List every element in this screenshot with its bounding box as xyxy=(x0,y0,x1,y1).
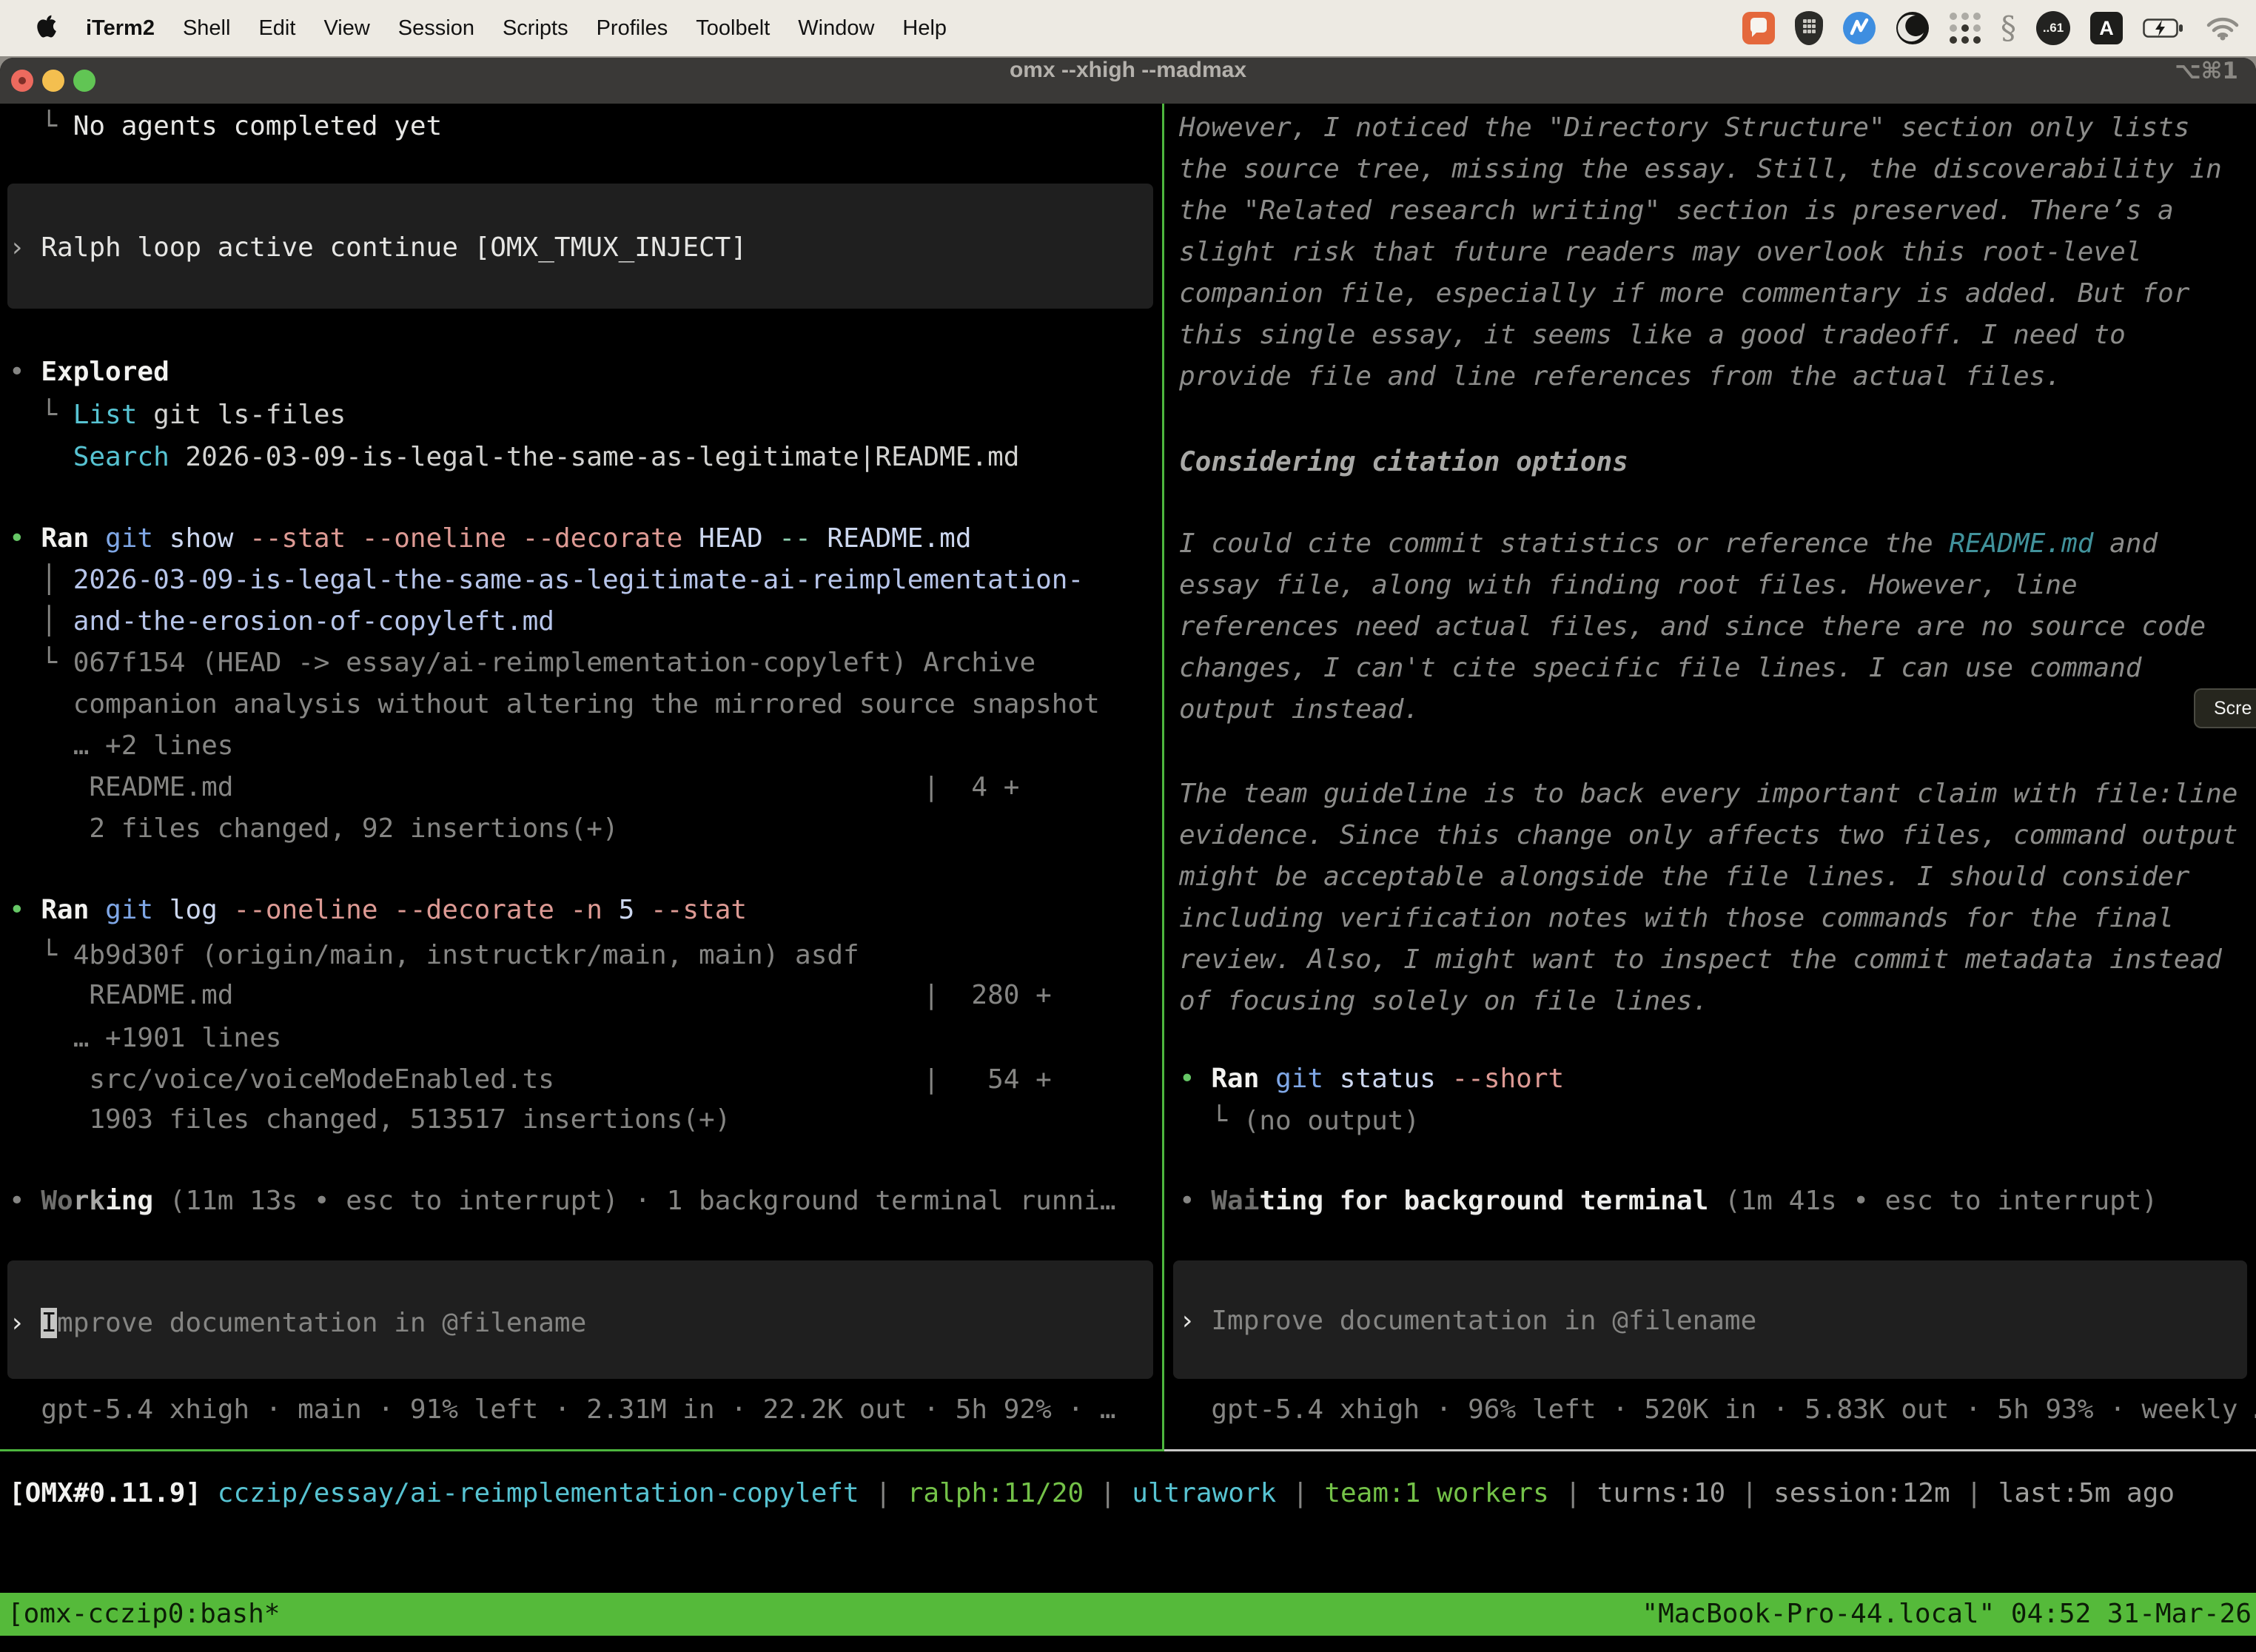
prompt-line: › Improve documentation in @filename xyxy=(9,1306,586,1340)
ran-git-show-line: • Ran git show --stat --oneline --decora… xyxy=(9,522,972,556)
menu-item-help[interactable]: Help xyxy=(888,16,961,41)
menu-item-session[interactable]: Session xyxy=(384,16,489,41)
explored-header: • Explored xyxy=(9,355,169,389)
reasoning-line: evidence. Since this change only affects… xyxy=(1179,819,2237,853)
explored-search-line: Search 2026-03-09-is-legal-the-same-as-l… xyxy=(9,440,1019,474)
working-status-line: • Working (11m 13s • esc to interrupt) ·… xyxy=(9,1184,1116,1218)
menu-item-view[interactable]: View xyxy=(309,16,383,41)
apple-icon xyxy=(37,13,57,44)
pane-right[interactable]: However, I noticed the "Directory Struct… xyxy=(1164,104,2256,1449)
shield-app-icon[interactable] xyxy=(1795,11,1823,45)
commit-line: companion analysis without altering the … xyxy=(9,688,1100,722)
diffstat-line: src/voice/voiceModeEnabled.ts | 54 + xyxy=(9,1063,1052,1097)
command-output-line: └ (no output) xyxy=(1179,1104,1420,1138)
reasoning-line: including verification notes with those … xyxy=(1179,901,2174,936)
reasoning-line: references need actual files, and since … xyxy=(1179,610,2206,644)
pane-left[interactable]: └ No agents completed yet › Ralph loop ac… xyxy=(0,104,1162,1449)
chat-app-icon[interactable] xyxy=(1742,12,1775,44)
omx-status-pane: [OMX#0.11.9] cczip/essay/ai-reimplementa… xyxy=(0,1451,2256,1593)
menu-status-icons: § ..61 A xyxy=(1742,11,2256,45)
ran-git-log-line: • Ran git log --oneline --decorate -n 5 … xyxy=(9,893,747,927)
reasoning-line: changes, I can't cite specific file line… xyxy=(1179,651,2141,685)
reasoning-line: output instead. xyxy=(1179,693,1420,727)
window-title: omx --xhigh --madmax xyxy=(0,58,2256,83)
reasoning-line: review. Also, I might want to inspect th… xyxy=(1179,943,2222,977)
elided-lines: … +2 lines xyxy=(9,729,233,763)
screen-share-overlay[interactable]: Scre xyxy=(2194,688,2256,728)
tmux-host-clock: "MacBook-Pro-44.local" 04:52 31-Mar-26 xyxy=(1642,1593,2252,1636)
bolt-app-icon[interactable] xyxy=(1843,12,1876,44)
ran-git-status-line: • Ran git status --short xyxy=(1179,1062,1564,1096)
moon-icon[interactable] xyxy=(1896,11,1930,45)
menu-item-scripts[interactable]: Scripts xyxy=(489,16,583,41)
prompt-line: › Improve documentation in @filename xyxy=(1179,1304,1756,1338)
reasoning-line: essay file, along with finding root file… xyxy=(1179,568,2078,602)
terminal-area: └ No agents completed yet › Ralph loop ac… xyxy=(0,104,2256,1652)
reasoning-line: slight risk that future readers may over… xyxy=(1179,235,2141,269)
commit-line: └ 067f154 (HEAD -> essay/ai-reimplementa… xyxy=(9,646,1035,680)
file-arg-line: │ 2026-03-09-is-legal-the-same-as-legiti… xyxy=(9,563,1084,597)
elided-lines: … +1901 lines xyxy=(9,1021,281,1055)
reasoning-line: of focusing solely on file lines. xyxy=(1179,984,1708,1018)
diffstat-line: README.md | 280 + xyxy=(9,978,1052,1013)
window-shortcut: ⌥⌘1 xyxy=(2175,58,2238,84)
diffstat-summary: 1903 files changed, 513517 insertions(+) xyxy=(9,1103,731,1137)
reasoning-line: provide file and line references from th… xyxy=(1179,360,2061,394)
diffstat-line: README.md | 4 + xyxy=(9,770,1019,805)
reasoning-line: However, I noticed the "Directory Struct… xyxy=(1179,111,2189,145)
model-status-line: gpt-5.4 xhigh · 96% left · 520K in · 5.8… xyxy=(1179,1393,2256,1427)
omx-status-line: [OMX#0.11.9] cczip/essay/ai-reimplementa… xyxy=(9,1477,2175,1511)
reasoning-line: The team guideline is to back every impo… xyxy=(1179,777,2237,811)
reasoning-line: the source tree, missing the essay. Stil… xyxy=(1179,152,2222,187)
model-status-line: gpt-5.4 xhigh · main · 91% left · 2.31M … xyxy=(9,1393,1116,1427)
window-title-bar[interactable]: omx --xhigh --madmax ⌥⌘1 xyxy=(0,58,2256,104)
battery-percent-icon[interactable]: ..61 xyxy=(2036,11,2070,45)
dots-grid-icon[interactable] xyxy=(1950,13,1981,44)
commit-line: └ 4b9d30f (origin/main, instructkr/main,… xyxy=(9,939,859,973)
pane-divider-vertical[interactable] xyxy=(1162,104,1164,1451)
menu-item-profiles[interactable]: Profiles xyxy=(583,16,682,41)
reasoning-line: the "Related research writing" section i… xyxy=(1179,194,2174,228)
waiting-status-line: • Waiting for background terminal (1m 41… xyxy=(1179,1184,2158,1218)
menu-item-iterm2[interactable]: iTerm2 xyxy=(72,16,169,41)
reasoning-heading: Considering citation options xyxy=(1179,446,1628,480)
reasoning-line: this single essay, it seems like a good … xyxy=(1179,318,2126,352)
tmux-status-bar: [omx-cczip0:bash* "MacBook-Pro-44.local"… xyxy=(0,1593,2256,1636)
menu-bar: iTerm2 Shell Edit View Session Scripts P… xyxy=(0,0,2256,56)
reasoning-line: might be acceptable alongside the file l… xyxy=(1179,860,2189,894)
file-arg-line: │ and-the-erosion-of-copyleft.md xyxy=(9,605,554,639)
apple-menu[interactable] xyxy=(22,13,72,44)
menu-item-shell[interactable]: Shell xyxy=(169,16,245,41)
explored-list-line: └ List git ls-files xyxy=(9,398,346,432)
iterm-window: omx --xhigh --madmax ⌥⌘1 └ No agents com… xyxy=(0,58,2256,1652)
input-source-icon[interactable]: A xyxy=(2090,12,2123,44)
wifi-icon[interactable] xyxy=(2206,16,2240,41)
menu-item-edit[interactable]: Edit xyxy=(244,16,309,41)
battery-icon[interactable] xyxy=(2143,18,2186,38)
reasoning-line: I could cite commit statistics or refere… xyxy=(1179,527,2158,561)
squiggle-icon[interactable]: § xyxy=(2001,12,2016,44)
reasoning-line: companion file, especially if more comme… xyxy=(1179,277,2189,311)
agents-status-line: └ No agents completed yet xyxy=(9,110,442,144)
menu-item-window[interactable]: Window xyxy=(784,16,888,41)
tmux-session-label: [omx-cczip0:bash* xyxy=(7,1593,280,1636)
menu-items: iTerm2 Shell Edit View Session Scripts P… xyxy=(0,13,961,44)
menu-item-toolbelt[interactable]: Toolbelt xyxy=(682,16,784,41)
ralph-banner-line: › Ralph loop active continue [OMX_TMUX_I… xyxy=(9,231,747,265)
diffstat-summary: 2 files changed, 92 insertions(+) xyxy=(9,812,619,846)
